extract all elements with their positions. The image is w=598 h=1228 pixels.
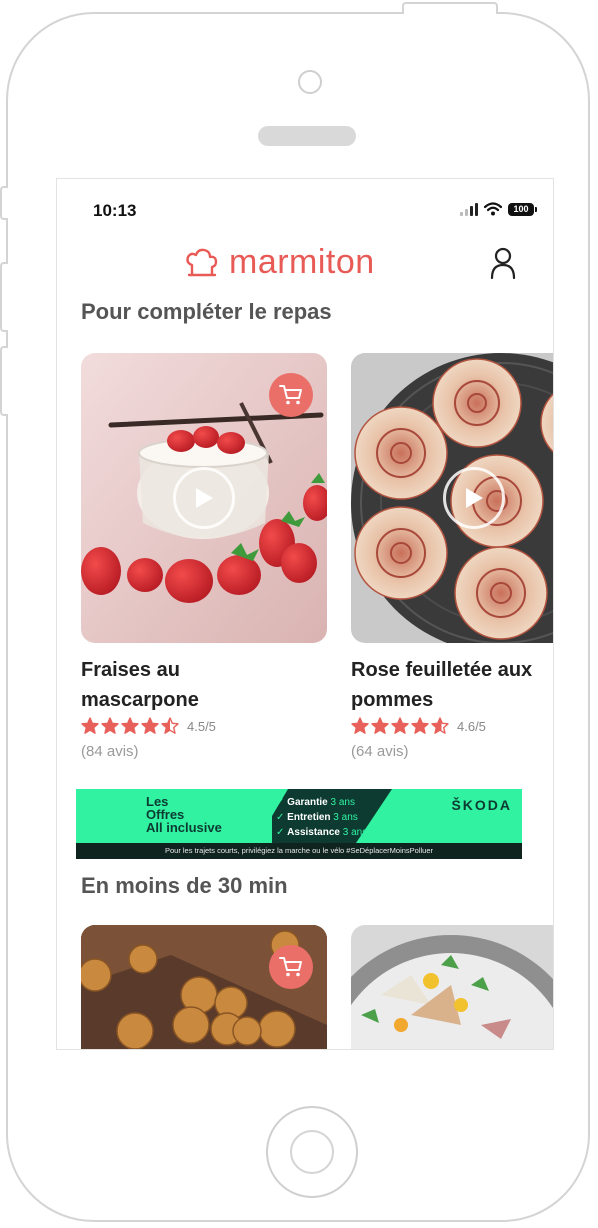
ad-benefit-item: ✓ Entretien 3 ans [276,812,358,823]
status-icons: 100 [460,202,537,216]
add-to-cart-button[interactable] [269,945,313,989]
review-count: (64 avis) [351,743,409,760]
home-button-ring [290,1130,334,1174]
ad-brand-logo: ŠKODA [451,797,512,813]
ad-benefit-value: 3 ans [330,797,355,808]
ad-benefit-value: 3 ans [342,827,368,838]
volume-up-button [0,262,8,332]
wifi-icon [484,202,502,216]
star-icon [81,717,99,734]
recipe-image[interactable] [81,353,327,643]
cart-icon [279,957,302,977]
ad-benefit-item: ✓ Assistance 3 ans [276,827,368,838]
volume-down-button [0,346,8,416]
play-icon [466,488,483,508]
recipe-image[interactable] [351,925,553,1049]
marmiton-logo[interactable]: marmiton [185,243,375,282]
star-icon [121,717,139,734]
rating-value: 4.5/5 [187,718,216,734]
recipe-rating: 4.5/5 [81,717,327,735]
app-screen: 10:13 100 marmiton Pour compléter le rep… [56,178,554,1050]
logo-text: marmiton [229,243,375,281]
recipe-card[interactable] [351,925,553,1049]
chef-hat-logo-icon [186,248,218,276]
ad-benefit-label: Garantie [287,797,328,808]
recipe-title[interactable]: Rose feuilletée aux pommes [351,655,551,715]
star-icon [141,717,159,734]
status-time: 10:13 [93,201,137,220]
ad-offer-text: Les Offres All inclusive [146,795,222,834]
mute-switch [0,186,8,220]
play-video-button[interactable] [443,467,505,529]
star-icon [371,717,389,734]
star-icon [391,717,409,734]
ad-benefit-label: Assistance [287,827,340,838]
play-icon [196,488,213,508]
recipe-rating: 4.6/5 [351,717,553,735]
signal-icon [460,202,478,216]
power-button [402,2,498,14]
star-icon [101,717,119,734]
recipe-card[interactable]: Fraises au mascarpone 4.5/5 (84 avis) [81,353,327,760]
ad-footer-text: Pour les trajets courts, privilégiez la … [76,843,522,859]
recipe-title[interactable]: Fraises au mascarpone [81,655,281,715]
salad-bowl-photo [351,925,553,1049]
recipe-card[interactable] [81,925,327,1049]
ad-benefit-item: ✓ Garantie 3 ans [276,797,355,808]
star-icon [431,717,449,734]
recipe-card[interactable]: Rose feuilletée aux pommes 4.6/5 (64 avi… [351,353,553,760]
section-title: En moins de 30 min [81,873,288,898]
add-to-cart-button[interactable] [269,373,313,417]
recipe-image[interactable] [81,925,327,1049]
recipe-image[interactable] [351,353,553,643]
section-title: Pour compléter le repas [81,299,332,324]
ad-benefits-list: ✓ Garantie 3 ans ✓ Entretien 3 ans ✓ Ass… [276,795,367,840]
star-icon [411,717,429,734]
cart-icon [279,385,302,405]
home-button[interactable] [266,1106,358,1198]
front-camera [298,70,322,94]
star-icon [161,717,179,734]
battery-icon: 100 [508,202,537,216]
star-icon [351,717,369,734]
account-icon[interactable] [489,247,517,279]
ad-benefit-label: Entretien [287,812,331,823]
skoda-ad-banner[interactable]: Les Offres All inclusive ✓ Garantie 3 an… [76,789,522,859]
ad-offer-line: All inclusive [146,820,222,835]
earpiece-speaker [258,126,356,146]
review-count: (84 avis) [81,743,139,760]
battery-level: 100 [508,202,534,216]
play-video-button[interactable] [173,467,235,529]
rating-value: 4.6/5 [457,718,486,734]
ad-benefit-value: 3 ans [333,812,358,823]
